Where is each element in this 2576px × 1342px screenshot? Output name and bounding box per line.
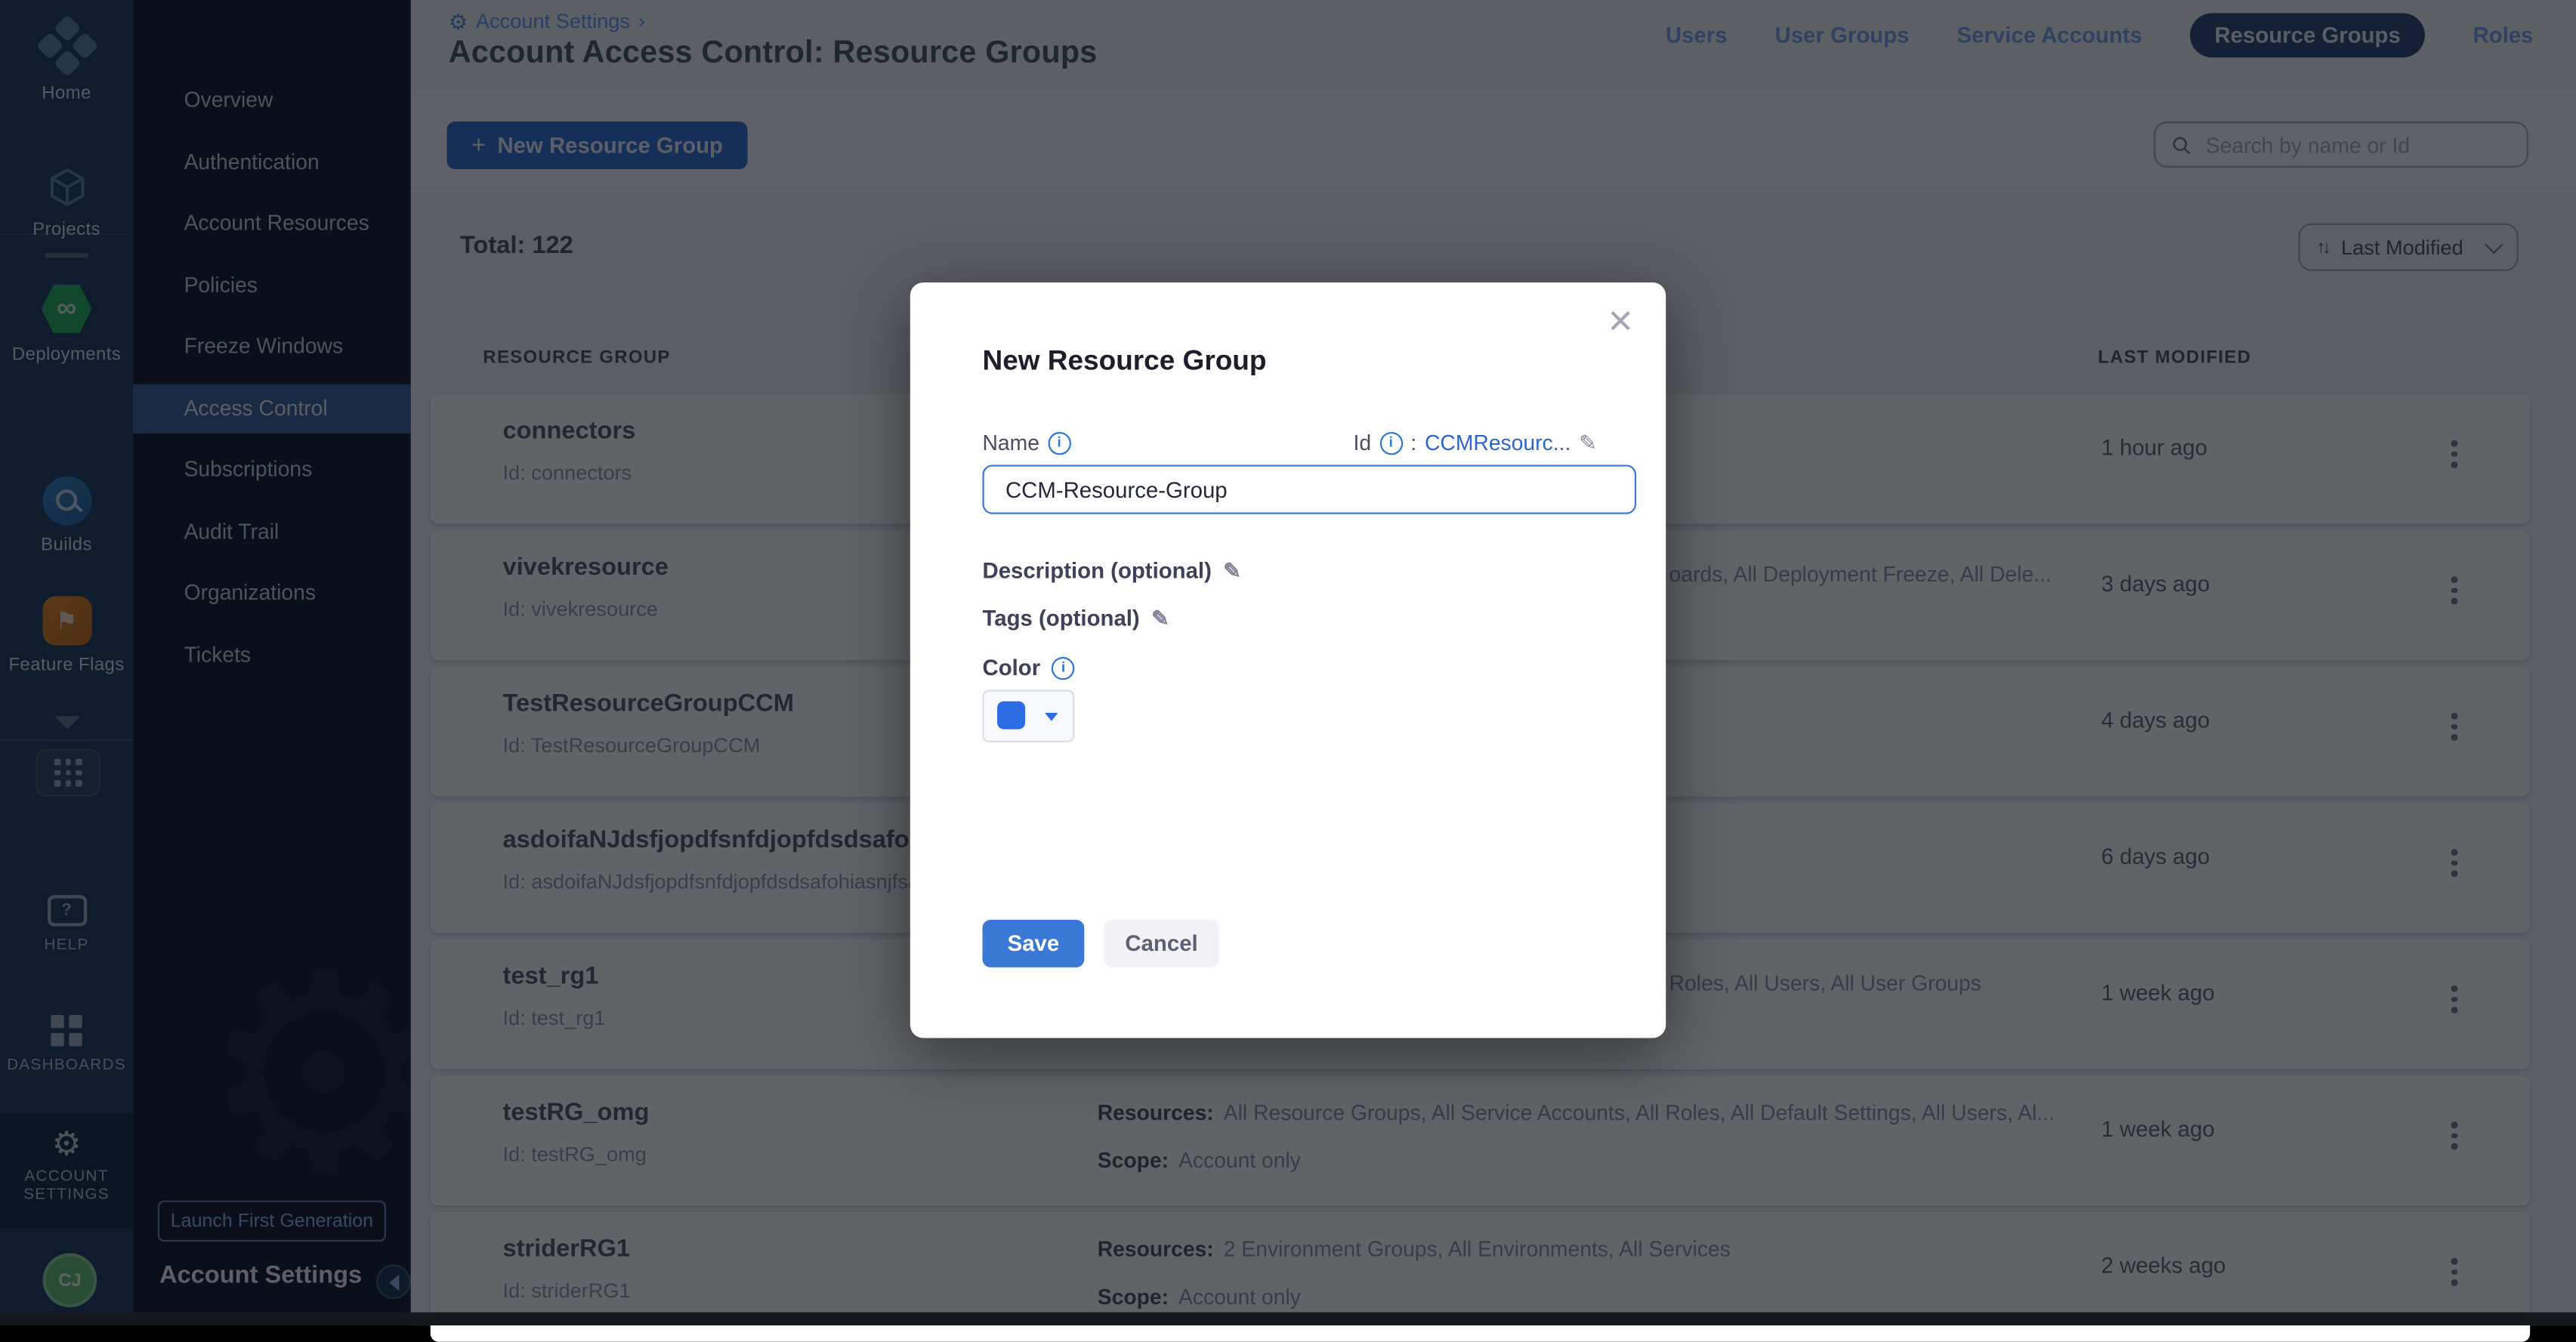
tags-label: Tags (optional) ✎ <box>983 606 1169 631</box>
color-chip <box>997 702 1025 730</box>
color-label: Color i <box>983 656 1075 680</box>
edit-id-pencil-icon[interactable]: ✎ <box>1579 432 1597 453</box>
edit-description-pencil-icon[interactable]: ✎ <box>1223 560 1241 582</box>
close-icon[interactable]: × <box>1608 299 1633 342</box>
save-button[interactable]: Save <box>983 920 1085 967</box>
info-icon: i <box>1048 431 1070 454</box>
info-icon: i <box>1379 431 1402 454</box>
color-picker-dropdown[interactable] <box>983 690 1075 742</box>
description-label: Description (optional) ✎ <box>983 558 1241 583</box>
edit-tags-pencil-icon[interactable]: ✎ <box>1151 608 1169 629</box>
new-resource-group-modal: × New Resource Group Name i Id i : CCMRe… <box>910 282 1666 1038</box>
resource-group-name-input[interactable] <box>983 464 1637 514</box>
app-screen: Home Projects ∞ Deployments Builds ⚑ Fea… <box>0 0 2576 1325</box>
id-display: Id i : CCMResourc... ✎ <box>1353 430 1596 455</box>
info-icon: i <box>1052 656 1074 679</box>
modal-title: New Resource Group <box>983 345 1267 378</box>
name-label: Name i <box>983 430 1071 455</box>
id-value-link[interactable]: CCMResourc... <box>1425 430 1571 455</box>
name-id-row: Name i Id i : CCMResourc... ✎ <box>983 430 1597 455</box>
cancel-button[interactable]: Cancel <box>1104 920 1219 967</box>
chevron-down-icon <box>1045 713 1058 721</box>
